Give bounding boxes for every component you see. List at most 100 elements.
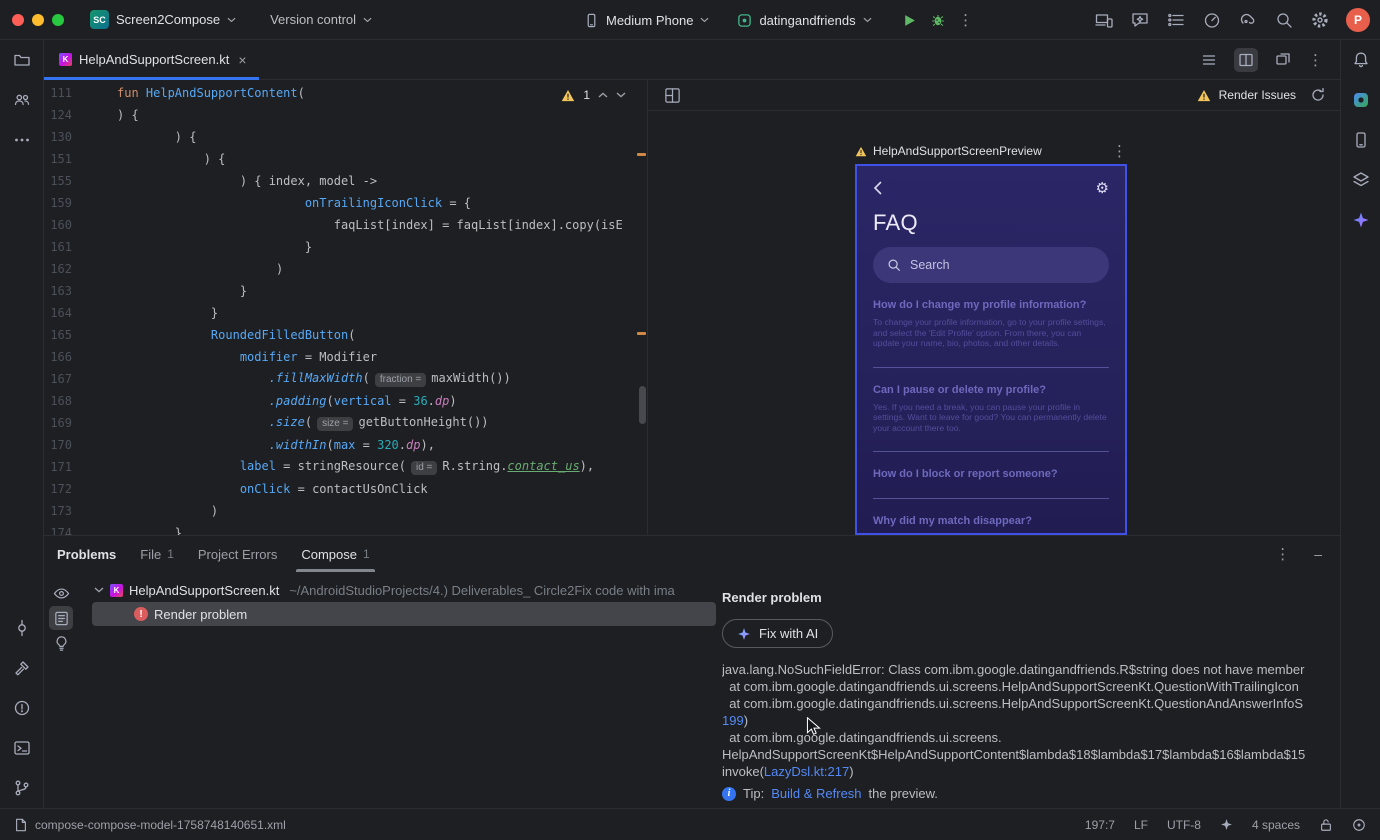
app-quality-insights-tool-button[interactable] <box>1347 86 1375 114</box>
line-number: 168 <box>50 394 72 408</box>
refresh-icon[interactable] <box>1310 87 1326 103</box>
project-selector[interactable]: SC Screen2Compose <box>84 6 242 33</box>
phone-preview-frame[interactable]: ⚙ FAQ Search How do I change my profile … <box>855 164 1127 535</box>
running-devices-button[interactable] <box>1090 6 1118 34</box>
code-line[interactable]: 163} <box>44 280 647 302</box>
code-line[interactable]: 151) { <box>44 148 647 170</box>
line-separator[interactable]: LF <box>1134 818 1148 832</box>
code-line[interactable]: 169 .size(size = getButtonHeight()) <box>44 412 647 434</box>
code-line[interactable]: 168 .padding(vertical = 36.dp) <box>44 390 647 412</box>
hide-panel-icon[interactable]: – <box>1314 546 1322 562</box>
run-button[interactable] <box>896 6 924 34</box>
fix-with-ai-button[interactable]: Fix with AI <box>722 619 834 648</box>
editor-scrollbar[interactable] <box>639 386 646 424</box>
editor-options-icon[interactable]: ⋮ <box>1308 51 1323 69</box>
resource-manager-tool-button[interactable] <box>8 86 36 114</box>
preview-name[interactable]: HelpAndSupportScreenPreview <box>873 144 1042 158</box>
build-refresh-link[interactable]: Build & Refresh <box>771 786 861 801</box>
stack-trace-link[interactable]: 199 <box>722 713 744 728</box>
code-line[interactable]: 159 onTrailingIconClick = { <box>44 192 647 214</box>
code-line[interactable]: 167 .fillMaxWidth(fraction = maxWidth()) <box>44 368 647 390</box>
preview-layout-icon[interactable] <box>664 87 681 104</box>
device-selector[interactable]: Medium Phone <box>578 9 715 32</box>
project-tool-button[interactable] <box>8 46 36 74</box>
problems-tab-compose[interactable]: Compose 1 <box>296 536 376 572</box>
build-tool-button[interactable] <box>8 654 36 682</box>
todo-list-button[interactable] <box>1162 6 1190 34</box>
vcs-widget[interactable]: Version control <box>264 8 378 31</box>
warning-stripe-mark[interactable] <box>637 153 646 156</box>
code-line[interactable]: 172 onClick = contactUsOnClick <box>44 478 647 500</box>
profiler-button[interactable] <box>1198 6 1226 34</box>
notifications-tool-button[interactable] <box>1347 46 1375 74</box>
problems-tool-button[interactable] <box>8 694 36 722</box>
code-line[interactable]: 161} <box>44 236 647 258</box>
gradle-sync-button[interactable] <box>1234 6 1262 34</box>
ai-star-icon[interactable] <box>1220 818 1233 831</box>
code-line[interactable]: 170 .widthIn(max = 320.dp), <box>44 434 647 456</box>
unlock-icon[interactable] <box>1319 818 1333 832</box>
editor-tab[interactable]: K HelpAndSupportScreen.kt × <box>44 40 259 80</box>
indent-setting[interactable]: 4 spaces <box>1252 818 1300 832</box>
code-area[interactable]: 111 fun HelpAndSupportContent(124) {130) … <box>44 80 647 535</box>
inspection-widget[interactable]: 1 <box>554 85 633 105</box>
code-line[interactable]: 174} <box>44 522 647 535</box>
run-configuration-selector[interactable]: datingandfriends <box>731 9 877 32</box>
split-editor-button[interactable] <box>1234 47 1258 72</box>
editor-list-button[interactable] <box>1197 48 1221 72</box>
terminal-tool-button[interactable] <box>8 734 36 762</box>
window-close-button[interactable] <box>12 13 24 26</box>
chevron-expanded-icon[interactable] <box>94 587 104 593</box>
caret-position[interactable]: 197:7 <box>1085 818 1115 832</box>
preview-options-icon[interactable]: ⋮ <box>1112 142 1127 160</box>
debug-button[interactable] <box>924 6 952 34</box>
problems-issue-row[interactable]: ! Render problem <box>92 602 716 626</box>
code-line[interactable]: 160 faqList[index] = faqList[index].copy(… <box>44 214 647 236</box>
device-manager-tool-button[interactable] <box>1347 126 1375 154</box>
panel-options-icon[interactable]: ⋮ <box>1275 545 1290 563</box>
previous-issue-icon[interactable] <box>598 92 608 98</box>
code-editor[interactable]: 111 fun HelpAndSupportContent(124) {130) … <box>44 80 648 535</box>
code-line[interactable]: 155) { index, model -> <box>44 170 647 192</box>
preview-issue-button[interactable] <box>49 581 73 605</box>
warning-stripe-mark[interactable] <box>637 332 646 335</box>
code-line[interactable]: 171 label = stringResource(id = R.string.c… <box>44 456 647 478</box>
window-minimize-button[interactable] <box>32 13 44 26</box>
window-zoom-button[interactable] <box>52 13 64 26</box>
code-token: ), <box>420 438 435 452</box>
line-number: 124 <box>50 108 72 122</box>
quick-fix-button[interactable] <box>49 631 73 655</box>
next-issue-icon[interactable] <box>616 92 626 98</box>
code-token: . <box>398 438 407 452</box>
status-file-name[interactable]: compose-compose-model-1758748140651.xml <box>35 818 286 832</box>
stack-trace-link[interactable]: LazyDsl.kt:217 <box>764 764 849 779</box>
commit-tool-button[interactable] <box>8 614 36 642</box>
problems-tab-project-errors[interactable]: Project Errors <box>198 536 277 572</box>
show-details-button[interactable] <box>49 606 73 630</box>
profile-avatar[interactable]: P <box>1346 8 1370 32</box>
render-issues-label[interactable]: Render Issues <box>1219 88 1296 102</box>
more-run-options-button[interactable]: ⋮ <box>952 6 980 34</box>
problems-panel-title[interactable]: Problems <box>57 547 116 562</box>
close-tab-icon[interactable]: × <box>238 53 246 67</box>
settings-button[interactable] <box>1306 6 1334 34</box>
code-line[interactable]: 124) { <box>44 104 647 126</box>
problems-tab-file[interactable]: File 1 <box>140 536 174 572</box>
detach-editor-button[interactable] <box>1271 48 1295 72</box>
code-token: ( <box>362 371 370 385</box>
git-tool-button[interactable] <box>8 774 36 802</box>
code-line[interactable]: 165 RoundedFilledButton( <box>44 324 647 346</box>
search-everywhere-button[interactable] <box>1270 6 1298 34</box>
file-encoding[interactable]: UTF-8 <box>1167 818 1201 832</box>
more-tool-windows-button[interactable] <box>8 126 36 154</box>
code-line[interactable]: 166 modifier = Modifier <box>44 346 647 368</box>
layout-inspector-tool-button[interactable] <box>1347 166 1375 194</box>
code-line[interactable]: 173) <box>44 500 647 522</box>
ai-assistant-button[interactable] <box>1126 6 1154 34</box>
code-line[interactable]: 164} <box>44 302 647 324</box>
code-line[interactable]: 130) { <box>44 126 647 148</box>
code-line[interactable]: 162) <box>44 258 647 280</box>
gemini-tool-button[interactable] <box>1347 206 1375 234</box>
background-tasks-icon[interactable] <box>1352 818 1366 832</box>
problems-file-node[interactable]: K HelpAndSupportScreen.kt ~/AndroidStudi… <box>78 578 722 602</box>
